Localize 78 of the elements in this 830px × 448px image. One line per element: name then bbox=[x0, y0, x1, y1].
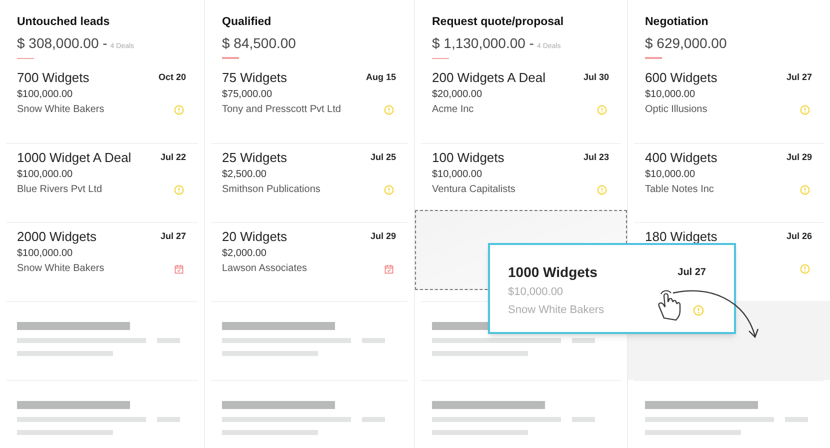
deal-date: Jul 27 bbox=[160, 230, 186, 244]
skeleton-bar bbox=[785, 417, 808, 422]
company-name: Snow White Bakers bbox=[17, 103, 104, 117]
deal-title: 200 Widgets A Deal bbox=[432, 69, 546, 88]
deal-amount: $20,000.00 bbox=[432, 88, 482, 102]
company-name: Snow White Bakers bbox=[508, 302, 604, 318]
deal-date: Jul 27 bbox=[678, 266, 706, 280]
deal-title: 1000 Widget A Deal bbox=[17, 149, 132, 168]
company-name: Optic Illusions bbox=[645, 103, 708, 117]
deal-title: 2000 Widgets bbox=[17, 228, 96, 246]
deal-amount: $10,000.00 bbox=[645, 168, 696, 182]
alert-icon bbox=[693, 304, 704, 316]
deal-date: Jul 23 bbox=[583, 151, 609, 164]
skeleton-bar bbox=[572, 338, 595, 343]
deal-amount: $10,000.00 bbox=[432, 168, 482, 182]
column-total: $ 308,000.00 - bbox=[17, 34, 108, 52]
deal-title: 20 Widgets bbox=[222, 228, 288, 246]
company-name: Snow White Bakers bbox=[17, 262, 104, 276]
deal-date: Aug 15 bbox=[366, 71, 396, 84]
alert-icon bbox=[384, 104, 394, 114]
deal-date: Jul 29 bbox=[786, 151, 812, 164]
skeleton-bar bbox=[572, 417, 595, 422]
column-title: Qualified bbox=[222, 15, 272, 29]
alert-icon bbox=[800, 184, 810, 194]
deal-title: 25 Widgets bbox=[222, 149, 288, 168]
skeleton-bar bbox=[362, 338, 385, 343]
hand-cursor-icon bbox=[658, 290, 681, 321]
company-name: Tony and Presscott Pvt Ltd bbox=[222, 103, 341, 117]
calendar-icon bbox=[384, 264, 394, 274]
alert-icon bbox=[174, 184, 184, 194]
deal-amount: $75,000.00 bbox=[222, 88, 272, 102]
skeleton-bar bbox=[362, 417, 385, 422]
accent-line bbox=[645, 57, 662, 58]
deal-date: Oct 20 bbox=[158, 71, 186, 84]
deal-title: 180 Widgets bbox=[645, 228, 718, 246]
deal-date: Jul 27 bbox=[786, 71, 812, 84]
deal-title: 100 Widgets bbox=[432, 149, 504, 168]
accent-line bbox=[17, 58, 34, 59]
accent-line bbox=[432, 58, 449, 59]
deal-date: Jul 30 bbox=[583, 71, 609, 84]
company-name: Blue Rivers Pvt Ltd bbox=[17, 183, 102, 197]
company-name: Lawson Associates bbox=[222, 262, 308, 276]
company-name: Table Notes Inc bbox=[645, 183, 714, 197]
alert-icon bbox=[384, 184, 394, 194]
column-total: $ 629,000.00 bbox=[645, 34, 727, 52]
column-title: Untouched leads bbox=[17, 15, 111, 29]
skeleton-bar bbox=[157, 417, 180, 422]
deal-title: 75 Widgets bbox=[222, 69, 288, 88]
deal-amount: $10,000.00 bbox=[645, 88, 696, 102]
calendar-icon bbox=[174, 264, 184, 274]
alert-icon bbox=[174, 104, 184, 114]
deal-amount: $100,000.00 bbox=[17, 88, 73, 102]
deal-date: Jul 26 bbox=[786, 230, 812, 244]
alert-icon bbox=[597, 104, 607, 114]
deal-title: 400 Widgets bbox=[645, 149, 718, 168]
skeleton-bar bbox=[157, 338, 180, 343]
column-title: Negotiation bbox=[645, 15, 710, 29]
deal-title: 1000 Widgets bbox=[508, 262, 598, 282]
column-total: $ 84,500.00 bbox=[222, 34, 296, 52]
deal-date: Jul 25 bbox=[370, 151, 396, 164]
company-name: Acme Inc bbox=[432, 103, 474, 117]
alert-icon bbox=[800, 264, 810, 274]
deal-amount: $2,000.00 bbox=[222, 247, 266, 261]
accent-line bbox=[222, 57, 239, 58]
deal-title: 600 Widgets bbox=[645, 69, 718, 88]
deal-amount: $100,000.00 bbox=[17, 168, 73, 182]
alert-icon bbox=[597, 184, 607, 194]
deal-date: Jul 22 bbox=[160, 151, 186, 164]
deal-amount: $10,000.00 bbox=[508, 285, 564, 300]
column-title: Request quote/proposal bbox=[432, 15, 565, 29]
deal-title: 700 Widgets bbox=[17, 69, 90, 88]
company-name: Smithson Publications bbox=[222, 183, 320, 197]
deal-amount: $100,000.00 bbox=[17, 247, 73, 261]
alert-icon bbox=[800, 104, 810, 114]
deal-date: Jul 29 bbox=[370, 230, 396, 244]
deal-amount: $2,500.00 bbox=[222, 168, 266, 182]
column-total: $ 1,130,000.00 - bbox=[432, 34, 534, 52]
company-name: Ventura Capitalists bbox=[432, 183, 516, 197]
